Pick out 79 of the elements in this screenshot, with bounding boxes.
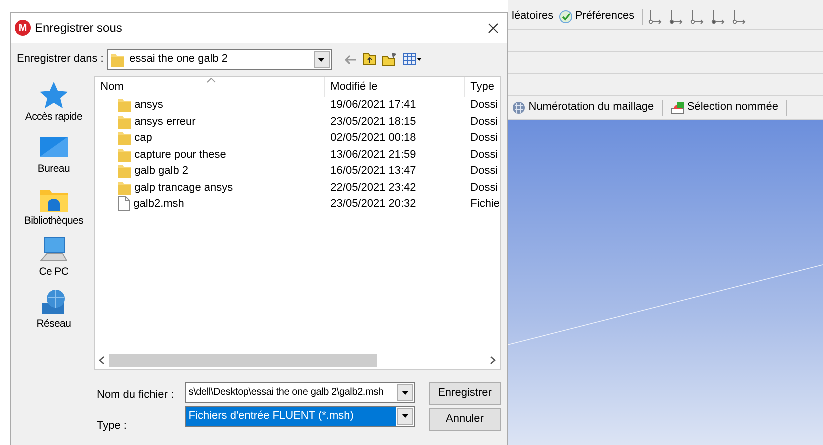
caret-icon (317, 56, 326, 62)
file-type: Dossi (470, 114, 500, 130)
file-row[interactable]: galb galb 2 16/05/2021 13:47 Dossi (94, 163, 500, 180)
file-name: galb galb 2 (134, 164, 188, 179)
file-icon (116, 196, 131, 212)
file-type: Dossi (470, 180, 500, 196)
file-row[interactable]: cap 02/05/2021 00:18 Dossi (94, 130, 500, 146)
file-type: Dossi (470, 98, 500, 113)
file-type: Fichie (470, 197, 500, 212)
modified-date: 23/05/2021 20:32 (330, 197, 418, 212)
file-row[interactable]: capture pour these 13/06/2021 21:59 Dossi (94, 146, 500, 163)
axis-icon[interactable] (648, 8, 664, 24)
file-name: galp trancage ansys (134, 180, 234, 196)
file-row[interactable]: ansys 19/06/2021 17:41 Dossi (94, 97, 500, 114)
dialog-title: Enregistrer sous (35, 20, 124, 37)
caret-icon (400, 390, 410, 396)
toolbar-button[interactable]: Numérotation du maillage (528, 99, 654, 116)
quick-access-label[interactable]: Accès rapide (25, 110, 82, 126)
column-header[interactable]: Modifié le (324, 77, 465, 97)
mesh-icon[interactable] (512, 100, 526, 114)
column-header[interactable]: Nom (94, 77, 325, 97)
file-row[interactable]: galb2.msh 23/05/2021 20:32 Fichie (94, 196, 500, 212)
file-name: capture pour these (134, 148, 226, 162)
folder-icon (116, 180, 132, 196)
folder-icon (116, 114, 132, 130)
folder-icon (116, 130, 132, 146)
column-header[interactable]: Type (464, 77, 500, 97)
file-type: Dossi (470, 148, 500, 162)
axis-icon[interactable] (669, 8, 686, 24)
toolbar-button[interactable]: Préférences (575, 8, 635, 25)
axis-icon[interactable] (711, 8, 728, 24)
modified-date: 13/06/2021 21:59 (330, 148, 418, 162)
file-name: galb2.msh (134, 197, 184, 212)
check-icon[interactable] (558, 10, 573, 24)
toolbar-label[interactable]: léatoires (512, 8, 554, 25)
cancel-button[interactable]: Annuler (429, 408, 501, 431)
place-label[interactable]: Bibliothèques (24, 214, 84, 230)
file-row[interactable]: ansys erreur 23/05/2021 18:15 Dossi (94, 114, 500, 130)
place-label[interactable]: Bureau (38, 162, 70, 178)
filename-label: Nom du fichier : (97, 388, 174, 403)
place-label[interactable]: Ce PC (39, 265, 69, 281)
file-type: Dossi (470, 164, 500, 179)
folder-up-icon[interactable] (362, 53, 377, 66)
sort-caret-icon (206, 78, 216, 83)
save-in-dropdown[interactable]: essai the one galb 2 (106, 49, 332, 70)
modified-date: 23/05/2021 18:15 (330, 114, 418, 130)
star-icon[interactable] (38, 80, 70, 110)
toolbar-button[interactable]: Sélection nommée (687, 99, 778, 116)
scroll-left-icon[interactable] (98, 356, 105, 365)
modified-date: 02/05/2021 00:18 (330, 131, 418, 146)
axis-icon[interactable] (690, 8, 706, 24)
modified-date: 16/05/2021 13:47 (330, 164, 418, 179)
save-in-label: Enregistrer dans : (17, 52, 104, 68)
file-name: ansys (134, 98, 164, 113)
type-dropdown[interactable]: Fichiers d'entrée FLUENT (*.msh) (185, 406, 416, 427)
folder-icon (116, 163, 132, 180)
file-type: Dossi (470, 131, 500, 146)
axis-icon[interactable] (732, 8, 748, 24)
file-name: cap (134, 131, 152, 146)
close-icon[interactable] (488, 22, 499, 34)
selection-icon[interactable] (670, 100, 685, 114)
caret-icon (400, 413, 410, 420)
place-label[interactable]: Réseau (36, 317, 72, 333)
new-folder-icon[interactable] (382, 52, 398, 66)
modified-date: 19/06/2021 17:41 (330, 98, 418, 113)
folder-icon (116, 146, 132, 163)
scrollbar-thumb[interactable] (108, 354, 377, 367)
back-arrow-icon[interactable] (345, 54, 358, 64)
scroll-right-icon[interactable] (490, 356, 496, 365)
view-menu-icon[interactable] (402, 53, 423, 66)
save-button[interactable]: Enregistrer (429, 382, 501, 405)
app-logo-icon: M (15, 20, 31, 36)
type-label: Type : (97, 418, 128, 434)
file-name: ansys erreur (134, 114, 196, 130)
folder-icon (116, 97, 132, 114)
folder-icon (110, 52, 125, 68)
filename-field[interactable]: s\dell\Desktop\essai the one galb 2\galb2.msh (185, 382, 416, 403)
file-row[interactable]: galp trancage ansys 22/05/2021 23:42 Dossi (94, 180, 500, 196)
modified-date: 22/05/2021 23:42 (330, 180, 418, 196)
